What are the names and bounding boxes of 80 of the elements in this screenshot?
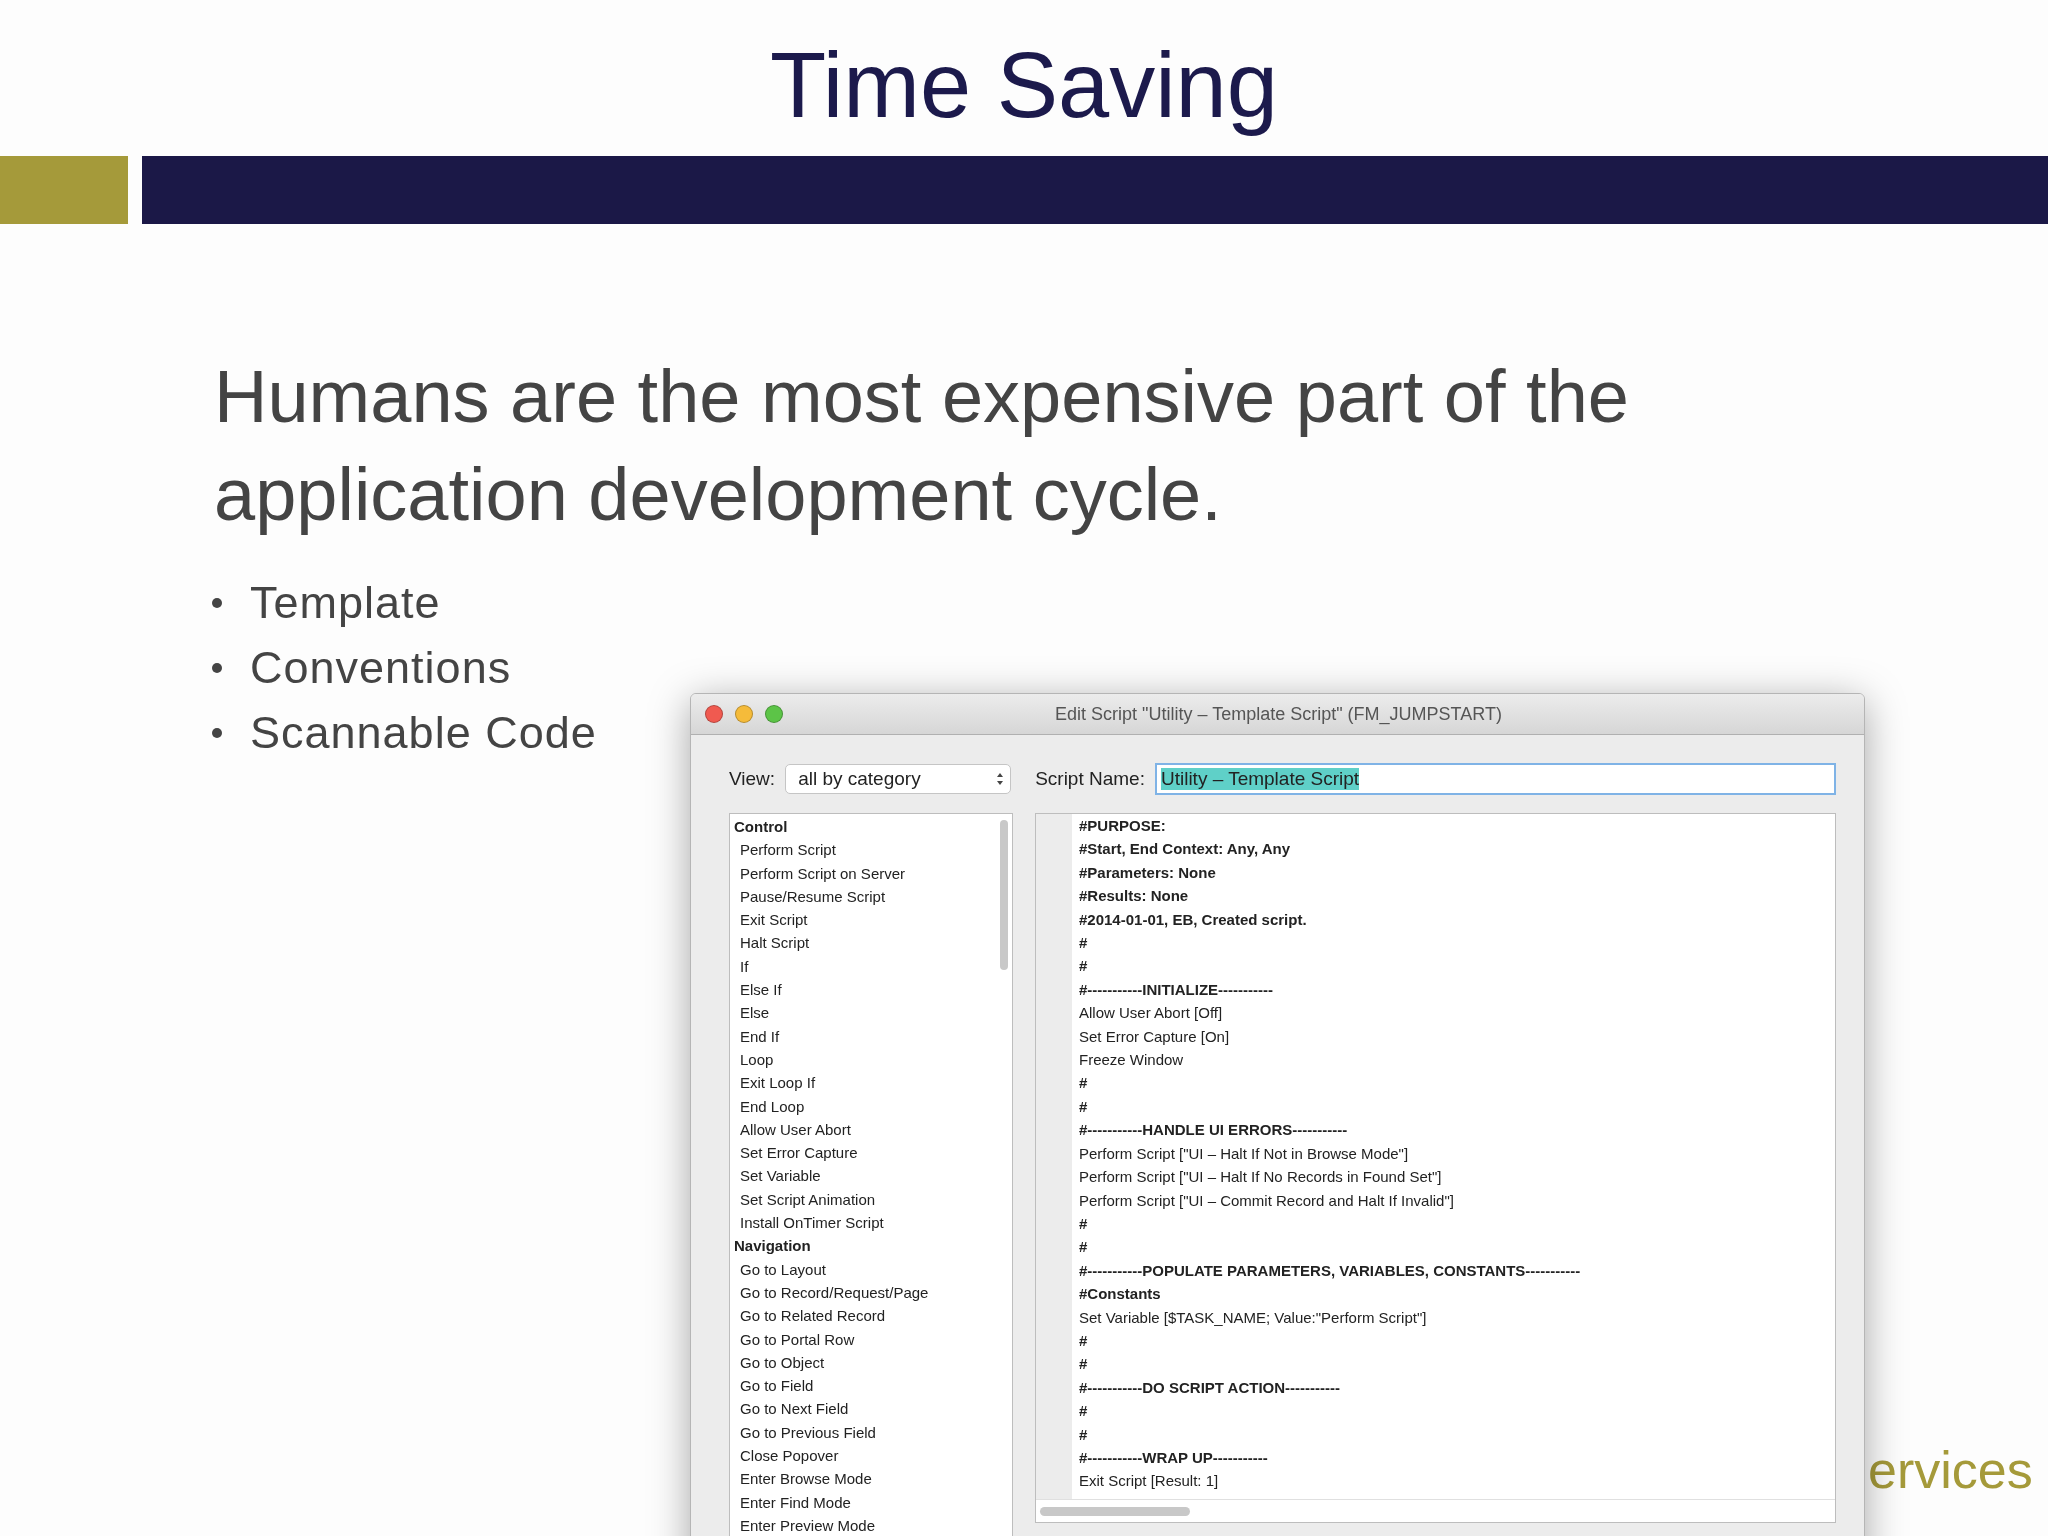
script-line[interactable]: Perform Script ["UI – Commit Record and Halt If Invalid"] (1079, 1188, 1835, 1212)
footer-text: ervices (1868, 1440, 2033, 1500)
comment-line[interactable]: #2014-01-01, EB, Created script. (1079, 907, 1835, 932)
bullet-icon (212, 598, 222, 608)
comment-line[interactable]: # (1079, 1399, 1835, 1423)
script-line[interactable]: Allow User Abort [Off] (1079, 1001, 1835, 1025)
script-step-item[interactable]: Go to Portal Row (730, 1327, 1012, 1351)
category-header: Control (733, 817, 789, 837)
script-name-label: Script Name: (1035, 768, 1145, 790)
bullet-icon (212, 728, 222, 738)
script-step-item[interactable]: Go to Next Field (730, 1397, 1012, 1421)
category-header: Navigation (733, 1236, 812, 1257)
script-step-item[interactable]: Go to Related Record (730, 1304, 1012, 1328)
script-step-item[interactable]: Enter Find Mode (730, 1490, 1012, 1514)
comment-line[interactable]: # (1079, 1422, 1835, 1446)
script-line[interactable]: Set Error Capture [On] (1079, 1024, 1835, 1049)
script-step-item[interactable]: Enter Browse Mode (730, 1467, 1012, 1491)
comment-line[interactable]: #Start, End Context: Any, Any (1079, 837, 1835, 861)
comment-line[interactable]: # (1079, 1211, 1835, 1236)
script-line[interactable]: Exit Script [Result: 1] (1079, 1469, 1835, 1493)
script-step-item[interactable]: End Loop (730, 1094, 1012, 1118)
comment-line[interactable]: #-----------POPULATE PARAMETERS, VARIABLES, CONSTANTS----------- (1079, 1258, 1835, 1283)
script-step-item[interactable]: Perform Script (730, 838, 1012, 862)
script-name-field[interactable]: Utility – Template Script (1154, 763, 1836, 795)
script-step-item[interactable]: Go to Record/Request/Page (730, 1280, 1012, 1305)
script-step-item[interactable]: Exit Loop If (730, 1071, 1012, 1095)
script-line[interactable]: Perform Script ["UI – Halt If Not in Browse Mode"] (1079, 1141, 1835, 1166)
script-step-item[interactable]: Close Popover (730, 1444, 1012, 1468)
script-step-item[interactable]: If (730, 954, 1012, 979)
bullet-text: Conventions (250, 643, 512, 693)
comment-line[interactable]: #-----------WRAP UP----------- (1079, 1445, 1835, 1470)
script-step-item[interactable]: Exit Script (730, 908, 1012, 932)
script-step-item[interactable]: Set Variable (730, 1164, 1012, 1188)
zoom-icon[interactable] (765, 705, 783, 723)
script-step-item[interactable]: Go to Previous Field (730, 1420, 1012, 1444)
script-step-item[interactable]: Enter Preview Mode (730, 1513, 1012, 1536)
slide-heading: Humans are the most expensive part of the application development cycle. (214, 354, 1630, 538)
script-step-item[interactable]: Go to Object (730, 1350, 1012, 1375)
comment-line[interactable]: #Constants (1079, 1282, 1835, 1306)
comment-line[interactable]: # (1079, 954, 1835, 978)
bullet-icon (212, 663, 222, 673)
close-icon[interactable] (705, 705, 723, 723)
slide-title: Time Saving (769, 33, 1279, 138)
script-line[interactable]: Set Variable [$TASK_NAME; Value:"Perform Script"] (1079, 1305, 1835, 1329)
bullet-text: Template (250, 578, 441, 628)
script-line[interactable]: Freeze Window (1079, 1048, 1835, 1072)
comment-line[interactable]: # (1079, 1328, 1835, 1353)
script-step-item[interactable]: Loop (730, 1047, 1012, 1072)
comment-line[interactable]: # (1079, 1235, 1835, 1259)
scrollbar[interactable] (1040, 1506, 1190, 1516)
comment-line[interactable]: # (1079, 931, 1835, 955)
window-title: Edit Script "Utility – Template Script" (FM_JUMPSTART) (1054, 703, 1503, 725)
minimize-icon[interactable] (735, 705, 753, 723)
script-step-item[interactable]: Pause/Resume Script (730, 884, 1012, 909)
comment-line[interactable]: #-----------HANDLE UI ERRORS----------- (1079, 1118, 1835, 1142)
script-step-item[interactable]: Else If (730, 978, 1012, 1002)
comment-line[interactable]: #-----------DO SCRIPT ACTION----------- (1079, 1375, 1835, 1400)
comment-line[interactable]: # (1079, 1094, 1835, 1119)
script-step-item[interactable]: Install OnTimer Script (730, 1211, 1012, 1235)
comment-line[interactable]: # (1079, 1071, 1835, 1095)
script-step-item[interactable]: Go to Layout (730, 1257, 1012, 1281)
script-step-item[interactable]: Allow User Abort (730, 1117, 1012, 1142)
updown-icon (996, 772, 1005, 786)
comment-line[interactable]: #PURPOSE: (1079, 814, 1835, 838)
comment-line[interactable]: #Parameters: None (1079, 860, 1835, 885)
script-step-item[interactable]: Perform Script on Server (730, 861, 1012, 885)
script-step-item[interactable]: Set Error Capture (730, 1141, 1012, 1165)
script-step-item[interactable]: Set Script Animation (730, 1187, 1012, 1212)
bullet-text: Scannable Code (250, 708, 597, 758)
view-label: View: (729, 768, 776, 790)
script-step-item[interactable]: Else (730, 1001, 1012, 1025)
script-line[interactable]: Perform Script ["UI – Halt If No Records in Found Set"] (1079, 1165, 1835, 1189)
view-dropdown[interactable]: all by category (785, 764, 1012, 794)
script-step-item[interactable]: End If (730, 1024, 1012, 1048)
scrollbar[interactable] (1000, 820, 1008, 970)
comment-line[interactable]: # (1079, 1352, 1835, 1376)
comment-line[interactable]: #Results: None (1079, 884, 1835, 908)
script-step-item[interactable]: Halt Script (730, 931, 1012, 955)
comment-line[interactable]: #-----------INITIALIZE----------- (1079, 977, 1835, 1002)
script-step-item[interactable]: Go to Field (730, 1374, 1012, 1398)
